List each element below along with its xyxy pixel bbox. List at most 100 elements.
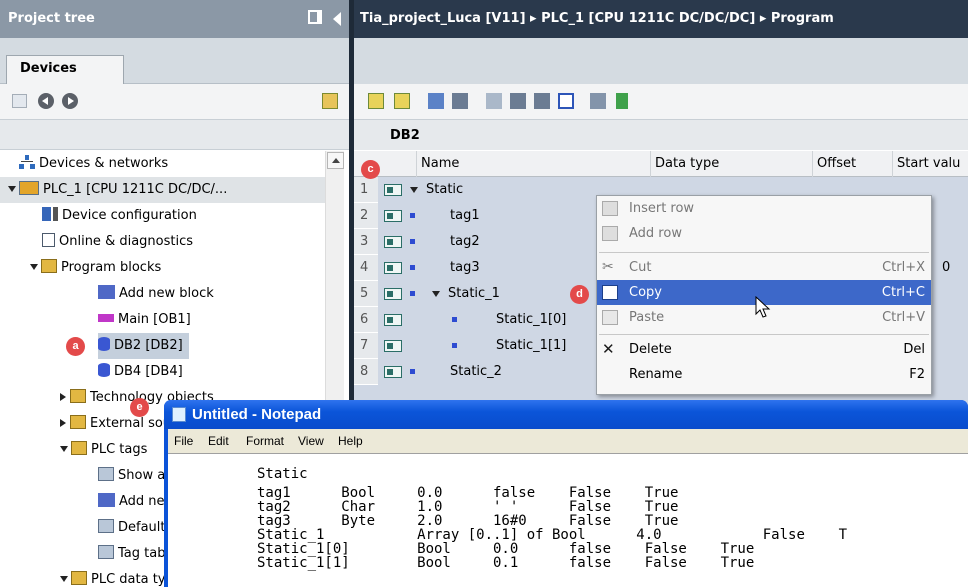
monitor-all-icon[interactable]: [616, 93, 628, 109]
text-line: Static_1[1] Bool 0.1 false False True: [257, 555, 755, 571]
expand-icon[interactable]: [30, 264, 38, 270]
row-name[interactable]: tag1: [450, 203, 480, 229]
notepad-titlebar[interactable]: Untitled - Notepad: [164, 400, 968, 429]
column-data-type[interactable]: Data type: [650, 151, 812, 177]
expand-icon[interactable]: [60, 446, 68, 452]
keep-values-icon[interactable]: [590, 93, 606, 109]
menu-item-cut[interactable]: ✂ Cut Ctrl+X: [597, 255, 931, 280]
new-item-icon[interactable]: [12, 94, 27, 108]
copy-snapshot-icon[interactable]: [510, 93, 526, 109]
row-name[interactable]: Static_1[1]: [496, 333, 566, 359]
row-number[interactable]: 4: [354, 255, 378, 281]
row-name[interactable]: Static_2: [450, 359, 502, 385]
menu-format[interactable]: Format: [246, 434, 284, 448]
column-name[interactable]: Name: [416, 151, 650, 177]
load-start-values-icon[interactable]: [534, 93, 550, 109]
breadcrumb-text[interactable]: Tia_project_Luca [V11] ▸ PLC_1 [CPU 1211…: [360, 11, 834, 26]
menu-item-delete[interactable]: ✕ Delete Del: [597, 337, 931, 362]
menu-item-rename[interactable]: Rename F2: [597, 362, 931, 387]
column-start-value[interactable]: Start valu: [892, 151, 968, 177]
notepad-text-area[interactable]: Static tag1 Bool 0.0 false False True ta…: [168, 453, 968, 587]
tree-item-plc1[interactable]: PLC_1 [CPU 1211C DC/DC/...: [0, 177, 325, 203]
expand-all-icon[interactable]: [428, 93, 444, 109]
db-block-icon: [98, 337, 110, 351]
tree-item-label: Devices & networks: [39, 156, 169, 171]
project-tree-toolbar: [0, 84, 350, 120]
tree-item-db4[interactable]: DB4 [DB4]: [98, 359, 183, 385]
row-number[interactable]: 6: [354, 307, 378, 333]
db-element-icon: [384, 288, 402, 300]
menu-item-shortcut: Ctrl+X: [882, 260, 925, 275]
menu-item-insert-row[interactable]: Insert row: [597, 196, 931, 221]
add-block-icon: [98, 285, 115, 299]
menu-item-label: Add row: [629, 226, 682, 241]
forward-icon[interactable]: [62, 93, 78, 109]
expand-icon[interactable]: [8, 186, 16, 192]
start-value-cell[interactable]: 0: [942, 255, 950, 281]
tree-item-devices-networks[interactable]: Devices & networks: [19, 151, 168, 177]
detail-view-icon[interactable]: [322, 93, 338, 109]
tree-item-online-diagnostics[interactable]: Online & diagnostics: [42, 229, 193, 255]
row-name[interactable]: Static: [426, 177, 463, 203]
back-icon[interactable]: [38, 93, 54, 109]
menu-item-label: Rename: [629, 367, 683, 382]
row-number[interactable]: 7: [354, 333, 378, 359]
expand-icon[interactable]: [60, 576, 68, 582]
tab-devices[interactable]: Devices: [6, 55, 124, 85]
menu-file[interactable]: File: [174, 434, 193, 448]
snapshot-icon[interactable]: [486, 93, 502, 109]
delete-x-icon: ✕: [602, 340, 615, 358]
collapse-arrow-icon[interactable]: [333, 12, 341, 26]
scroll-up-icon[interactable]: [327, 152, 344, 169]
menu-item-label: Cut: [629, 260, 652, 275]
tree-item-label: PLC_1 [CPU 1211C DC/DC/...: [43, 182, 228, 197]
menu-help[interactable]: Help: [338, 434, 363, 448]
row-number[interactable]: 8: [354, 359, 378, 385]
tree-item-device-configuration[interactable]: Device configuration: [42, 203, 197, 229]
notepad-title: Untitled - Notepad: [192, 406, 322, 423]
row-number[interactable]: 1: [354, 177, 378, 203]
expand-icon[interactable]: [432, 291, 440, 297]
menu-item-shortcut: Ctrl+C: [881, 285, 925, 300]
menu-edit[interactable]: Edit: [208, 434, 229, 448]
menu-view[interactable]: View: [298, 434, 324, 448]
project-tree-header: Project tree: [0, 0, 350, 38]
marker-a: a: [66, 337, 85, 356]
project-tree-title: Project tree: [8, 11, 95, 26]
tree-item-main-ob1[interactable]: Main [OB1]: [98, 307, 191, 333]
project-tree-tabbar: Devices: [0, 38, 350, 85]
tree-item-plc-tags[interactable]: PLC tags: [60, 437, 147, 463]
text-line: Static_1 Array [0..1] of Bool 4.0 False …: [257, 527, 848, 543]
monitor-icon[interactable]: [558, 93, 574, 109]
menu-item-add-row[interactable]: Add row: [597, 221, 931, 246]
row-number[interactable]: 3: [354, 229, 378, 255]
row-name[interactable]: tag2: [450, 229, 480, 255]
row-name[interactable]: tag3: [450, 255, 480, 281]
collapse-icon[interactable]: [60, 393, 66, 401]
collapse-icon[interactable]: [60, 419, 66, 427]
block-title-bar: DB2: [354, 120, 968, 150]
expand-icon[interactable]: [410, 187, 418, 193]
tree-item-label: DB2 [DB2]: [114, 338, 183, 353]
row-number[interactable]: 5: [354, 281, 378, 307]
tree-item-label: DB4 [DB4]: [114, 364, 183, 379]
menu-item-shortcut: Ctrl+V: [882, 310, 925, 325]
tag-table-icon: [98, 467, 114, 481]
row-name[interactable]: Static_1: [448, 281, 500, 307]
text-line: tag3 Byte 2.0 16#0 False True: [257, 513, 679, 529]
block-title: DB2: [390, 128, 420, 143]
row-name[interactable]: Static_1[0]: [496, 307, 566, 333]
pin-icon[interactable]: [308, 10, 322, 24]
text-line: Static_1[0] Bool 0.0 false False True: [257, 541, 755, 557]
tree-item-program-blocks[interactable]: Program blocks: [30, 255, 161, 281]
tree-item-db2[interactable]: DB2 [DB2]: [98, 333, 189, 359]
insert-row-icon[interactable]: [368, 93, 384, 109]
tree-item-add-new-block[interactable]: Add new block: [98, 281, 214, 307]
text-line: Static: [257, 466, 308, 482]
menu-item-label: Delete: [629, 342, 672, 357]
column-offset[interactable]: Offset: [812, 151, 892, 177]
add-row-icon[interactable]: [394, 93, 410, 109]
row-number[interactable]: 2: [354, 203, 378, 229]
collapse-all-icon[interactable]: [452, 93, 468, 109]
editor-header-strip: [354, 38, 968, 84]
